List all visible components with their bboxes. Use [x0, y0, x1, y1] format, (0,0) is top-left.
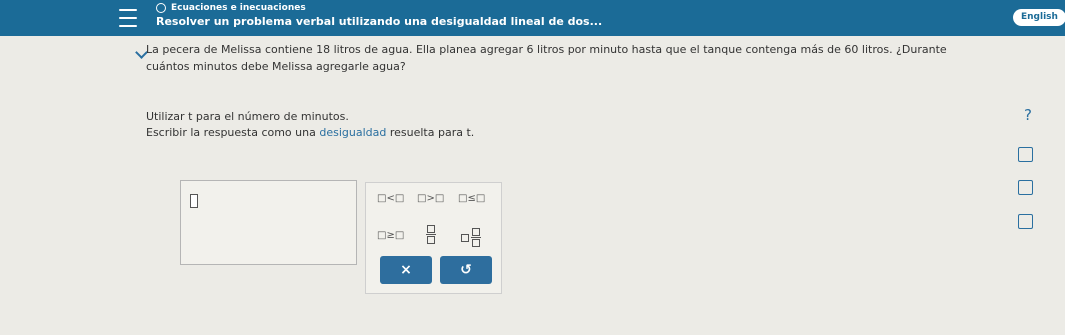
instruction-prefix: Escribir la respuesta como una — [146, 126, 320, 139]
less-than-key[interactable]: □<□ — [377, 193, 404, 204]
problem-statement: La pecera de Melissa contiene 18 litros … — [146, 43, 947, 73]
answer-input[interactable] — [180, 180, 357, 265]
clear-button[interactable]: × — [380, 256, 432, 284]
inequality-link[interactable]: desigualdad — [319, 126, 386, 139]
greater-equal-key[interactable]: □≥□ — [377, 230, 404, 241]
topic-label: Ecuaciones e inecuaciones — [171, 3, 306, 13]
language-button[interactable]: English — [1013, 9, 1065, 26]
help-icon[interactable]: ? — [1024, 106, 1032, 124]
instruction-suffix: resuelta para t. — [386, 126, 475, 139]
input-cursor — [190, 194, 198, 208]
fraction-key[interactable] — [426, 225, 436, 244]
instruction-format: Escribir la respuesta como una desiguald… — [146, 126, 474, 139]
instruction-variable: Utilizar t para el número de minutos. — [146, 110, 349, 123]
book-icon[interactable] — [1018, 180, 1033, 195]
calculator-icon[interactable] — [1018, 147, 1033, 162]
mixed-number-key[interactable] — [461, 228, 481, 247]
undo-button[interactable]: ↺ — [440, 256, 492, 284]
topic-progress-icon — [156, 3, 166, 13]
hamburger-menu-icon[interactable] — [119, 9, 137, 27]
less-equal-key[interactable]: □≤□ — [458, 193, 485, 204]
mail-icon[interactable] — [1018, 214, 1033, 229]
lesson-title: Resolver un problema verbal utilizando u… — [156, 15, 603, 28]
greater-than-key[interactable]: □>□ — [417, 193, 444, 204]
topic-row: Ecuaciones e inecuaciones — [156, 3, 306, 13]
top-bar: Ecuaciones e inecuaciones Resolver un pr… — [0, 0, 1065, 36]
